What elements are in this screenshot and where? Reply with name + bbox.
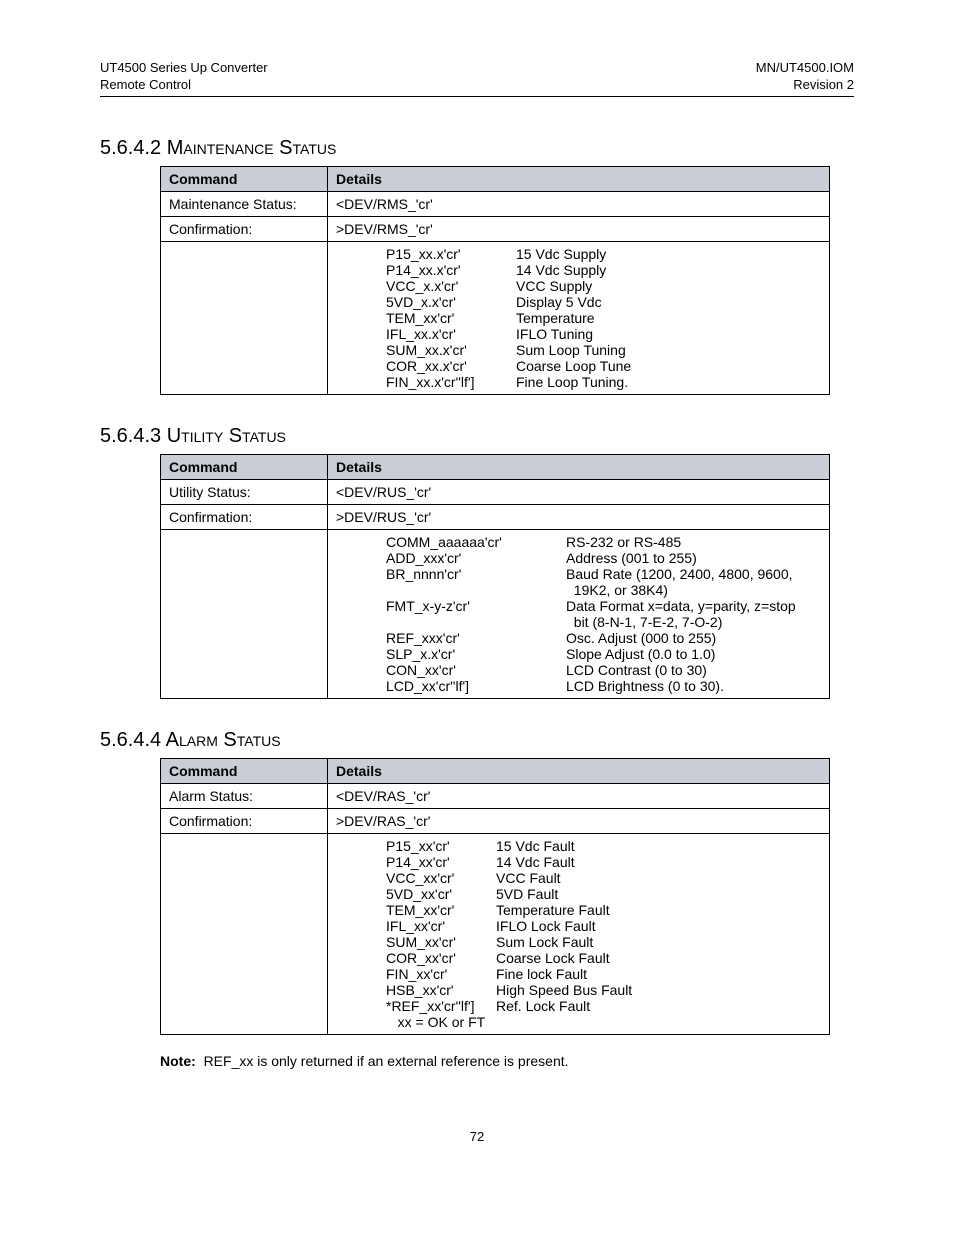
header-revision: Revision 2 [756,77,854,94]
th-details: Details [328,454,830,479]
header-right: MN/UT4500.IOM Revision 2 [756,60,854,94]
cell-value: <DEV/RAS_'cr' [328,783,830,808]
th-command: Command [161,454,328,479]
page-number: 72 [100,1129,854,1144]
cell-label: Alarm Status: [161,783,328,808]
cell-details: COMM_aaaaaa'cr' ADD_xxx'cr' BR_nnnn'cr' … [328,529,830,698]
page-header: UT4500 Series Up Converter Remote Contro… [100,60,854,97]
table-utility: Command Details Utility Status: <DEV/RUS… [160,454,830,699]
section-name: Maintenance Status [167,137,337,159]
header-left: UT4500 Series Up Converter Remote Contro… [100,60,268,94]
section-number: 5.6.4.2 [100,137,161,159]
detail-codes: P15_xx'cr' P14_xx'cr' VCC_xx'cr' 5VD_xx'… [386,838,496,1030]
detail-codes: P15_xx.x'cr' P14_xx.x'cr' VCC_x.x'cr' 5V… [386,246,516,390]
cell-empty [161,833,328,1034]
table-maintenance: Command Details Maintenance Status: <DEV… [160,166,830,395]
note-text: REF_xx is only returned if an external r… [204,1053,569,1069]
cell-empty [161,529,328,698]
cell-value: <DEV/RMS_'cr' [328,191,830,216]
detail-descriptions: 15 Vdc Fault 14 Vdc Fault VCC Fault 5VD … [496,838,632,1030]
table-alarm: Command Details Alarm Status: <DEV/RAS_'… [160,758,830,1035]
th-details: Details [328,166,830,191]
th-details: Details [328,758,830,783]
header-product: UT4500 Series Up Converter [100,60,268,77]
detail-codes: COMM_aaaaaa'cr' ADD_xxx'cr' BR_nnnn'cr' … [386,534,566,694]
cell-details: P15_xx'cr' P14_xx'cr' VCC_xx'cr' 5VD_xx'… [328,833,830,1034]
section-title-alarm: 5.6.4.4 Alarm Status [100,729,854,752]
cell-label: Confirmation: [161,504,328,529]
cell-value: >DEV/RAS_'cr' [328,808,830,833]
header-docnum: MN/UT4500.IOM [756,60,854,77]
cell-label: Confirmation: [161,808,328,833]
section-title-utility: 5.6.4.3 Utility Status [100,425,854,448]
cell-label: Confirmation: [161,216,328,241]
note-label: Note: [160,1053,196,1069]
header-section: Remote Control [100,77,268,94]
th-command: Command [161,166,328,191]
cell-value: <DEV/RUS_'cr' [328,479,830,504]
note: Note: REF_xx is only returned if an exte… [160,1053,854,1069]
th-command: Command [161,758,328,783]
section-title-maintenance: 5.6.4.2 Maintenance Status [100,137,854,160]
detail-descriptions: 15 Vdc Supply 14 Vdc Supply VCC Supply D… [516,246,631,390]
section-number: 5.6.4.3 [100,425,161,447]
cell-empty [161,241,328,394]
section-name: Alarm Status [166,729,281,751]
section-number: 5.6.4.4 [100,729,161,751]
detail-descriptions: RS-232 or RS-485 Address (001 to 255) Ba… [566,534,796,694]
cell-value: >DEV/RMS_'cr' [328,216,830,241]
cell-details: P15_xx.x'cr' P14_xx.x'cr' VCC_x.x'cr' 5V… [328,241,830,394]
section-name: Utility Status [167,425,286,447]
cell-label: Utility Status: [161,479,328,504]
cell-value: >DEV/RUS_'cr' [328,504,830,529]
cell-label: Maintenance Status: [161,191,328,216]
